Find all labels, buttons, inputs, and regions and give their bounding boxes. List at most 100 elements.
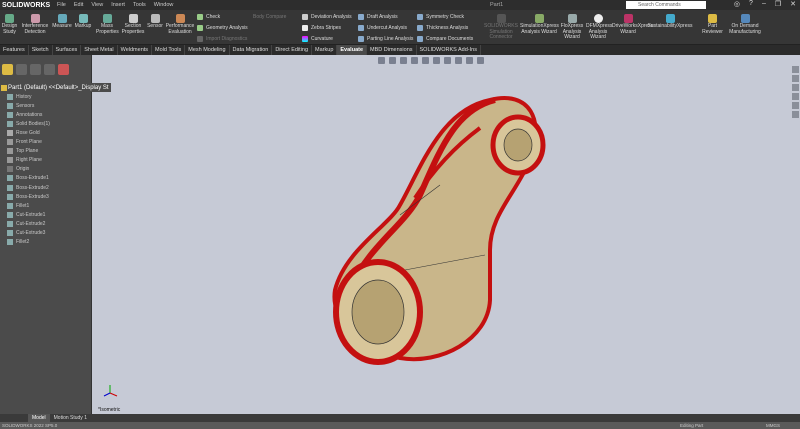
simulation-connector-button[interactable]: SOLIDWORKS Simulation Connector bbox=[483, 14, 519, 41]
driveworksxpress-button[interactable]: DriveWorksXpress Wizard bbox=[612, 14, 653, 35]
section-properties-button[interactable]: Section Properties bbox=[120, 14, 146, 35]
graphics-viewport[interactable] bbox=[92, 55, 800, 414]
hide-show-icon[interactable] bbox=[444, 57, 451, 64]
tab-solidworks-add-ins[interactable]: SOLIDWORKS Add-Ins bbox=[417, 45, 481, 55]
tab-weldments[interactable]: Weldments bbox=[118, 45, 153, 55]
tree-item[interactable]: Right Plane bbox=[0, 156, 91, 165]
tab-mesh-modeling[interactable]: Mesh Modeling bbox=[185, 45, 230, 55]
tab-features[interactable]: Features bbox=[0, 45, 29, 55]
tab-sketch[interactable]: Sketch bbox=[29, 45, 53, 55]
measure-button[interactable]: Measure bbox=[51, 14, 73, 30]
thickness-analysis-button[interactable]: Thickness Analysis bbox=[417, 25, 468, 31]
resources-icon[interactable] bbox=[792, 66, 799, 73]
undercut-analysis-button[interactable]: Undercut Analysis bbox=[358, 25, 407, 31]
editing-status: Editing Part bbox=[680, 423, 704, 428]
tree-item[interactable]: Cut-Extrude1 bbox=[0, 210, 91, 219]
design-study-button[interactable]: Design Study bbox=[1, 14, 18, 35]
tab-evaluate[interactable]: Evaluate bbox=[337, 45, 368, 55]
performance-evaluation-button[interactable]: Performance Evaluation bbox=[165, 14, 195, 35]
tree-item[interactable]: Sensors bbox=[0, 101, 91, 110]
tree-item[interactable]: Fillet1 bbox=[0, 201, 91, 210]
tab-data-migration[interactable]: Data Migration bbox=[230, 45, 273, 55]
tab-surfaces[interactable]: Surfaces bbox=[53, 45, 82, 55]
view-orientation-icon[interactable] bbox=[422, 57, 429, 64]
markup-button[interactable]: Markup bbox=[73, 14, 93, 30]
tab-direct-editing[interactable]: Direct Editing bbox=[272, 45, 313, 55]
tree-root[interactable]: Part1 (Default) <<Default>_Display St bbox=[0, 83, 111, 93]
user-icon[interactable]: ◎ bbox=[734, 0, 740, 8]
view-settings-icon[interactable] bbox=[477, 57, 484, 64]
appearance-icon[interactable] bbox=[455, 57, 462, 64]
menu-edit[interactable]: Edit bbox=[74, 2, 83, 8]
property-manager-icon[interactable] bbox=[16, 64, 27, 75]
geometry-analysis-button[interactable]: Geometry Analysis bbox=[197, 25, 248, 31]
interference-detection-button[interactable]: Interference Detection bbox=[20, 14, 50, 35]
draft-analysis-button[interactable]: Draft Analysis bbox=[358, 14, 398, 20]
close-icon[interactable]: ✕ bbox=[790, 0, 796, 8]
display-manager-icon[interactable] bbox=[58, 64, 69, 75]
tree-item[interactable]: Cut-Extrude2 bbox=[0, 219, 91, 228]
curvature-button[interactable]: Curvature bbox=[302, 36, 333, 42]
feature-manager-icon[interactable] bbox=[2, 64, 13, 75]
tab-motion-study-1[interactable]: Motion Study 1 bbox=[50, 414, 91, 422]
tree-item[interactable]: Front Plane bbox=[0, 138, 91, 147]
feature-tree: Part1 (Default) <<Default>_Display St Hi… bbox=[0, 77, 111, 247]
help-icon[interactable]: ? bbox=[749, 0, 753, 8]
minimize-icon[interactable]: – bbox=[762, 0, 766, 8]
floxpress-button[interactable]: FloXpress Analysis Wizard bbox=[560, 14, 584, 41]
scene-icon[interactable] bbox=[466, 57, 473, 64]
tree-item[interactable]: Cut-Extrude3 bbox=[0, 229, 91, 238]
check-button[interactable]: Check bbox=[197, 14, 220, 20]
tab-markup[interactable]: Markup bbox=[312, 45, 338, 55]
previous-view-icon[interactable] bbox=[400, 57, 407, 64]
import-diagnostics-button[interactable]: Import Diagnostics bbox=[197, 36, 247, 42]
dimxpert-icon[interactable] bbox=[44, 64, 55, 75]
deviation-analysis-button[interactable]: Deviation Analysis bbox=[302, 14, 352, 20]
units-selector[interactable]: MMGS bbox=[766, 422, 780, 429]
parting-line-analysis-button[interactable]: Parting Line Analysis bbox=[358, 36, 413, 42]
tab-mbd-dimensions[interactable]: MBD Dimensions bbox=[367, 45, 417, 55]
tree-item[interactable]: Solid Bodies(1) bbox=[0, 119, 91, 128]
simulationxpress-button[interactable]: SimulationXpress Analysis Wizard bbox=[520, 14, 559, 35]
body-compare-button[interactable]: Body Compare bbox=[253, 14, 286, 20]
zoom-to-fit-icon[interactable] bbox=[378, 57, 385, 64]
tab-mold-tools[interactable]: Mold Tools bbox=[152, 45, 186, 55]
zoom-area-icon[interactable] bbox=[389, 57, 396, 64]
zebra-stripes-button[interactable]: Zebra Stripes bbox=[302, 25, 341, 31]
tab-model[interactable]: Model bbox=[28, 414, 50, 422]
menu-view[interactable]: View bbox=[91, 2, 103, 8]
restore-icon[interactable]: ❐ bbox=[775, 0, 781, 8]
symmetry-check-button[interactable]: Symmetry Check bbox=[417, 14, 464, 20]
tree-item[interactable]: Origin bbox=[0, 165, 91, 174]
design-library-icon[interactable] bbox=[792, 75, 799, 82]
tree-item[interactable]: Fillet2 bbox=[0, 238, 91, 247]
tree-item[interactable]: Boss-Extrude3 bbox=[0, 192, 91, 201]
file-explorer-icon[interactable] bbox=[792, 84, 799, 91]
tree-item[interactable]: Boss-Extrude2 bbox=[0, 183, 91, 192]
tree-item[interactable]: Top Plane bbox=[0, 147, 91, 156]
display-style-icon[interactable] bbox=[433, 57, 440, 64]
compare-documents-button[interactable]: Compare Documents bbox=[417, 36, 473, 42]
dfmxpress-button[interactable]: DFMXpress Analysis Wizard bbox=[586, 14, 612, 41]
sensor-button[interactable]: Sensor bbox=[146, 14, 164, 30]
section-view-icon[interactable] bbox=[411, 57, 418, 64]
on-demand-manufacturing-button[interactable]: On Demand Manufacturing bbox=[726, 14, 764, 35]
mass-properties-button[interactable]: Mass Properties bbox=[96, 14, 119, 35]
custom-properties-icon[interactable] bbox=[792, 111, 799, 118]
tree-item[interactable]: Annotations bbox=[0, 110, 91, 119]
search-commands-input[interactable]: Search Commands bbox=[626, 1, 706, 9]
menu-window[interactable]: Window bbox=[154, 2, 174, 8]
sustainabilityxpress-button[interactable]: SustainabilityXpress bbox=[645, 14, 695, 30]
appearances-icon[interactable] bbox=[792, 102, 799, 109]
configuration-manager-icon[interactable] bbox=[30, 64, 41, 75]
tab-scroll[interactable] bbox=[0, 414, 28, 422]
part-reviewer-button[interactable]: Part Reviewer bbox=[700, 14, 725, 35]
tree-item[interactable]: History bbox=[0, 92, 91, 101]
view-palette-icon[interactable] bbox=[792, 93, 799, 100]
tab-sheet-metal[interactable]: Sheet Metal bbox=[81, 45, 118, 55]
tree-item[interactable]: Rose Gold bbox=[0, 128, 91, 137]
tree-item[interactable]: Boss-Extrude1 bbox=[0, 174, 91, 183]
menu-insert[interactable]: Insert bbox=[111, 2, 125, 8]
menu-tools[interactable]: Tools bbox=[133, 2, 146, 8]
menu-file[interactable]: File bbox=[57, 2, 66, 8]
